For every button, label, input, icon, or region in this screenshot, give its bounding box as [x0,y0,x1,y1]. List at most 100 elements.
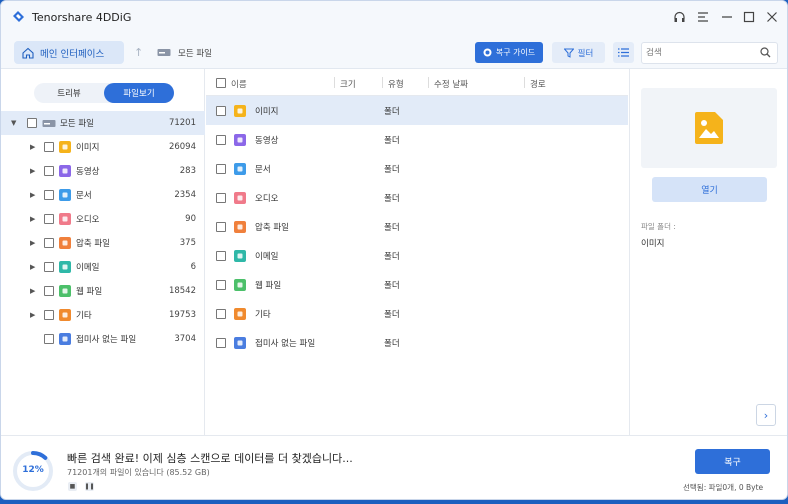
checkbox[interactable] [44,286,54,296]
sidebar-item-all-files[interactable]: ▼ 모든 파일 71201 [1,111,205,135]
checkbox[interactable] [44,166,54,176]
sidebar-item-web[interactable]: ▶ 웹 파일 18542 [1,279,205,303]
view-toggle: 트리뷰 파일보기 [34,83,174,103]
preview-thumbnail [641,88,777,168]
table-row[interactable]: 웹 파일 폴더 [206,270,628,299]
row-checkbox[interactable] [216,279,226,290]
collapse-arrow-icon[interactable]: ▼ [11,119,16,127]
sidebar-item-email[interactable]: ▶ 이메일 6 [1,255,205,279]
guide-icon [483,48,492,57]
recover-button[interactable]: 복구 [695,449,770,474]
row-type: 폴더 [384,251,400,262]
sidebar-item-image[interactable]: ▶ 이미지 26094 [1,135,205,159]
status-title: 빠른 검색 완료! 이제 심층 스캔으로 데이터를 더 찾겠습니다... [67,452,353,465]
sidebar-item-label: 오디오 [76,215,100,225]
expand-arrow-icon[interactable]: ▶ [30,167,35,175]
column-date[interactable]: 수정 날짜 [434,78,468,90]
row-name: 오디오 [255,193,279,204]
sidebar-item-count: 18542 [168,286,196,296]
row-type: 폴더 [384,280,400,291]
file-view-tab[interactable]: 파일보기 [104,83,174,103]
unknown-icon [234,336,246,349]
row-checkbox[interactable] [216,105,226,116]
headset-support-icon[interactable] [671,9,687,25]
sidebar-item-audio[interactable]: ▶ 오디오 90 [1,207,205,231]
sidebar-item-unknown[interactable]: 접미사 없는 파일 3704 [1,327,205,351]
expand-arrow-icon[interactable]: ▶ [30,215,35,223]
sidebar-item-archive[interactable]: ▶ 압축 파일 375 [1,231,205,255]
table-row[interactable]: 압축 파일 폴더 [206,212,628,241]
table-row[interactable]: 이미지 폴더 [206,96,628,125]
row-name: 압축 파일 [255,222,289,233]
table-row[interactable]: 접미사 없는 파일 폴더 [206,328,628,357]
sidebar-item-count: 26094 [168,142,196,152]
row-type: 폴더 [384,309,400,320]
recovery-guide-button[interactable]: 복구 가이드 [475,42,543,63]
minimize-icon[interactable] [719,9,735,25]
table-row[interactable]: 기타 폴더 [206,299,628,328]
row-checkbox[interactable] [216,192,226,203]
checkbox[interactable] [44,310,54,320]
stop-button[interactable]: ■ [68,482,77,491]
drive-icon [42,120,56,127]
row-checkbox[interactable] [216,134,226,145]
search-input[interactable] [646,45,756,61]
sidebar-item-document[interactable]: ▶ 문서 2354 [1,183,205,207]
recovery-guide-label: 복구 가이드 [495,48,536,57]
email-icon [234,249,246,262]
list-view-button[interactable] [613,42,634,63]
row-checkbox[interactable] [216,337,226,348]
expand-arrow-icon[interactable]: ▶ [30,143,35,151]
row-type: 폴더 [384,222,400,233]
row-checkbox[interactable] [216,250,226,261]
tree-view-tab[interactable]: 트리뷰 [34,83,104,103]
expand-arrow-icon[interactable]: ▶ [30,263,35,271]
web-icon [59,285,71,297]
open-button[interactable]: 열기 [652,177,767,202]
column-path[interactable]: 경로 [530,78,546,90]
checkbox[interactable] [44,190,54,200]
expand-arrow-icon[interactable]: ▶ [30,239,35,247]
filter-button[interactable]: 필터 [552,42,605,63]
table-row[interactable]: 동영상 폴더 [206,125,628,154]
sidebar-item-label: 모든 파일 [60,119,94,129]
table-row[interactable]: 이메일 폴더 [206,241,628,270]
table-row[interactable]: 오디오 폴더 [206,183,628,212]
other-icon [59,309,71,321]
close-icon[interactable] [764,9,780,25]
expand-arrow-icon[interactable]: ▶ [30,287,35,295]
status-bar: 12% 빠른 검색 완료! 이제 심층 스캔으로 데이터를 더 찾겠습니다...… [1,435,787,499]
table-row[interactable]: 문서 폴더 [206,154,628,183]
sidebar-item-other[interactable]: ▶ 기타 19753 [1,303,205,327]
checkbox[interactable] [27,118,37,128]
image-file-icon [695,112,723,144]
app-window: Tenorshare 4DDiG 메인 인터페이스 ↑ 모든 파일 복구 가이드 [0,0,788,500]
expand-arrow-icon[interactable]: ▶ [30,191,35,199]
checkbox[interactable] [44,142,54,152]
column-name[interactable]: 이름 [231,78,247,90]
up-arrow-icon[interactable]: ↑ [134,46,143,59]
maximize-icon[interactable] [741,9,757,25]
home-button[interactable]: 메인 인터페이스 [14,41,124,64]
pause-button[interactable]: ❚❚ [84,482,95,491]
image-icon [234,104,246,117]
menu-icon[interactable] [695,9,711,25]
search-icon[interactable] [760,47,771,58]
column-type[interactable]: 유형 [388,78,404,90]
sidebar-item-video[interactable]: ▶ 동영상 283 [1,159,205,183]
checkbox[interactable] [44,262,54,272]
next-arrow-button[interactable]: › [756,404,776,426]
checkbox[interactable] [44,334,54,344]
row-checkbox[interactable] [216,221,226,232]
audio-icon [234,191,246,204]
row-checkbox[interactable] [216,308,226,319]
expand-arrow-icon[interactable]: ▶ [30,311,35,319]
file-folder-value: 이미지 [641,239,665,249]
select-all-checkbox[interactable] [216,78,226,88]
checkbox[interactable] [44,238,54,248]
checkbox[interactable] [44,214,54,224]
column-size[interactable]: 크기 [340,78,356,90]
filter-icon [563,48,574,58]
row-checkbox[interactable] [216,163,226,174]
sidebar-item-label: 기타 [76,311,92,321]
